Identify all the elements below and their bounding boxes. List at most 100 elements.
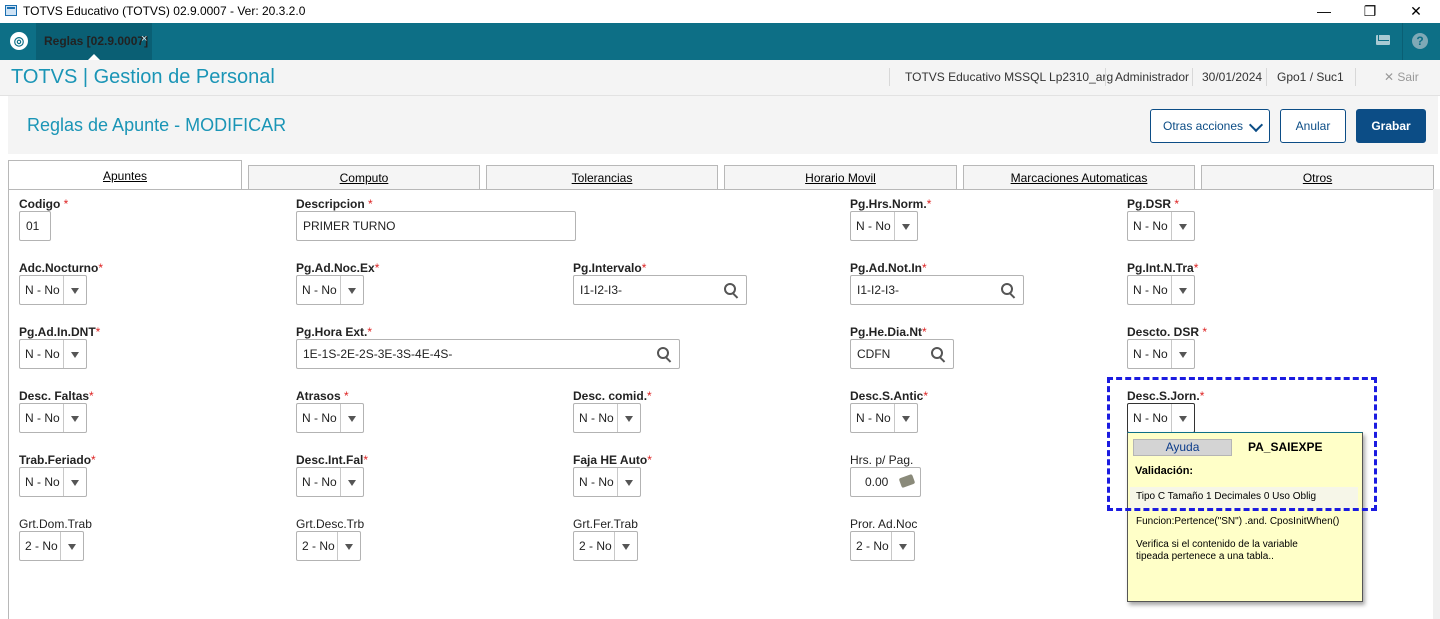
- grt-fer-trab-select[interactable]: 2 - No: [573, 531, 638, 561]
- pg-ad-noc-ex-label: Pg.Ad.Noc.Ex*: [296, 261, 380, 275]
- grt-desc-trb-select[interactable]: 2 - No: [296, 531, 361, 561]
- tab-otros[interactable]: Otros: [1201, 165, 1434, 189]
- desc-int-fal-label: Desc.Int.Fal*: [296, 453, 369, 467]
- dropdown-arrow-icon: [902, 416, 910, 422]
- help-description: Verifica si el contenido de la variable …: [1136, 539, 1298, 562]
- pg-hrs-norm-select[interactable]: N - No: [850, 211, 918, 241]
- trab-feriado-select[interactable]: N - No: [19, 467, 87, 497]
- module-header: TOTVS | Gestion de Personal TOTVS Educat…: [0, 60, 1440, 96]
- descripcion-label: Descripcion *: [296, 197, 373, 211]
- app-bar: ◎ Reglas [02.9.0007] × ?: [0, 23, 1440, 60]
- dropdown-arrow-icon: [1179, 288, 1187, 294]
- dropdown-arrow-icon: [899, 544, 907, 550]
- dropdown-arrow-icon: [902, 224, 910, 230]
- dropdown-arrow-icon: [348, 480, 356, 486]
- desc-comid-select[interactable]: N - No: [573, 403, 641, 433]
- search-icon: [931, 347, 943, 359]
- pg-int-n-tra-label: Pg.Int.N.Tra*: [1127, 261, 1199, 275]
- app-window-icon: [5, 5, 17, 16]
- header-separator: [889, 68, 890, 86]
- pg-hora-ext-input[interactable]: 1E-1S-2E-2S-3E-3S-4E-4S-: [296, 339, 680, 369]
- adc-nocturno-select[interactable]: N - No: [19, 275, 87, 305]
- pg-ad-not-in-label: Pg.Ad.Not.In*: [850, 261, 927, 275]
- desc-comid-label: Desc. comid.*: [573, 389, 652, 403]
- header-separator: [1192, 68, 1193, 86]
- user-info: Administrador: [1115, 70, 1190, 84]
- dropdown-arrow-icon: [345, 544, 353, 550]
- page-title: Reglas de Apunte - MODIFICAR: [27, 115, 287, 135]
- branch-info: Gpo1 / Suc1: [1277, 70, 1344, 84]
- pg-intervalo-label: Pg.Intervalo*: [573, 261, 647, 275]
- calculator-icon: [898, 473, 916, 489]
- module-brand-title: TOTVS | Gestion de Personal: [11, 66, 275, 88]
- pror-ad-noc-label: Pror. Ad.Noc: [850, 517, 918, 531]
- descto-dsr-select[interactable]: N - No: [1127, 339, 1195, 369]
- help-icon[interactable]: ?: [1412, 33, 1428, 49]
- header-separator: [1105, 68, 1106, 86]
- tab-reglas-label: Reglas [02.9.0007]: [44, 34, 149, 48]
- totvs-logo-icon[interactable]: ◎: [10, 32, 28, 50]
- tab-apuntes[interactable]: Apuntes: [8, 160, 242, 190]
- faja-he-auto-label: Faja HE Auto*: [573, 453, 652, 467]
- pg-ad-not-in-input[interactable]: I1-I2-I3-: [850, 275, 1024, 305]
- hrs-p-pag-input[interactable]: 0.00: [850, 467, 921, 497]
- tab-computo[interactable]: Computo: [248, 165, 480, 189]
- atrasos-select[interactable]: N - No: [296, 403, 364, 433]
- tab-reglas[interactable]: Reglas [02.9.0007] ×: [36, 23, 152, 60]
- search-icon: [657, 347, 669, 359]
- environment-info: TOTVS Educativo MSSQL Lp2310_arg: [905, 70, 1114, 84]
- atrasos-label: Atrasos *: [296, 389, 349, 403]
- desc-s-antic-select[interactable]: N - No: [850, 403, 918, 433]
- exit-button[interactable]: ✕ Sair: [1384, 70, 1419, 84]
- tab-tolerancias[interactable]: Tolerancias: [486, 165, 718, 189]
- maximize-button[interactable]: ❐: [1347, 0, 1393, 23]
- vertical-scrollbar[interactable]: [1433, 189, 1440, 619]
- minimize-button[interactable]: —: [1301, 0, 1347, 23]
- pror-ad-noc-select[interactable]: 2 - No: [850, 531, 915, 561]
- highlight-annotation-box: [1107, 377, 1377, 511]
- descripcion-input[interactable]: PRIMER TURNO: [296, 211, 576, 241]
- pg-he-dia-nt-input[interactable]: CDFN: [850, 339, 954, 369]
- dropdown-arrow-icon: [348, 416, 356, 422]
- pg-int-n-tra-select[interactable]: N - No: [1127, 275, 1195, 305]
- pg-ad-noc-ex-select[interactable]: N - No: [296, 275, 364, 305]
- close-window-button[interactable]: ✕: [1393, 0, 1439, 23]
- dropdown-arrow-icon: [625, 480, 633, 486]
- adc-nocturno-label: Adc.Nocturno*: [19, 261, 104, 275]
- desc-faltas-select[interactable]: N - No: [19, 403, 87, 433]
- dropdown-arrow-icon: [68, 544, 76, 550]
- tab-marcaciones-automaticas[interactable]: Marcaciones Automaticas: [963, 165, 1195, 189]
- chevron-down-icon: [1248, 117, 1264, 133]
- pg-dsr-select[interactable]: N - No: [1127, 211, 1195, 241]
- other-actions-button[interactable]: Otras acciones: [1150, 109, 1270, 143]
- hrs-p-pag-label: Hrs. p/ Pag.: [850, 453, 914, 467]
- save-button[interactable]: Grabar: [1356, 109, 1426, 143]
- search-icon: [724, 283, 736, 295]
- faja-he-auto-select[interactable]: N - No: [573, 467, 641, 497]
- tab-close-icon[interactable]: ×: [141, 33, 147, 45]
- pg-ad-in-dnt-select[interactable]: N - No: [19, 339, 87, 369]
- pg-dsr-label: Pg.DSR *: [1127, 197, 1180, 211]
- dropdown-arrow-icon: [625, 416, 633, 422]
- cancel-button[interactable]: Anular: [1280, 109, 1346, 143]
- grt-dom-trab-select[interactable]: 2 - No: [19, 531, 84, 561]
- dropdown-arrow-icon: [71, 416, 79, 422]
- search-icon: [1001, 283, 1013, 295]
- window-title-bar: TOTVS Educativo (TOTVS) 02.9.0007 - Ver:…: [0, 0, 1440, 23]
- dropdown-arrow-icon: [1179, 352, 1187, 358]
- other-actions-label: Otras acciones: [1163, 119, 1244, 133]
- help-function: Funcion:Pertence("SN") .and. CposInitWhe…: [1136, 516, 1340, 527]
- codigo-label: Codigo *: [19, 197, 69, 211]
- descto-dsr-label: Descto. DSR *: [1127, 325, 1208, 339]
- desc-int-fal-select[interactable]: N - No: [296, 467, 364, 497]
- grt-fer-trab-label: Grt.Fer.Trab: [573, 517, 638, 531]
- mail-icon[interactable]: [1376, 35, 1390, 45]
- tab-horario-movil[interactable]: Horario Movil: [724, 165, 957, 189]
- pg-intervalo-input[interactable]: I1-I2-I3-: [573, 275, 747, 305]
- pg-ad-in-dnt-label: Pg.Ad.In.DNT*: [19, 325, 101, 339]
- codigo-input[interactable]: 01: [19, 211, 51, 241]
- dropdown-arrow-icon: [348, 288, 356, 294]
- header-separator: [1266, 68, 1267, 86]
- pg-he-dia-nt-label: Pg.He.Dia.Nt*: [850, 325, 927, 339]
- dropdown-arrow-icon: [71, 288, 79, 294]
